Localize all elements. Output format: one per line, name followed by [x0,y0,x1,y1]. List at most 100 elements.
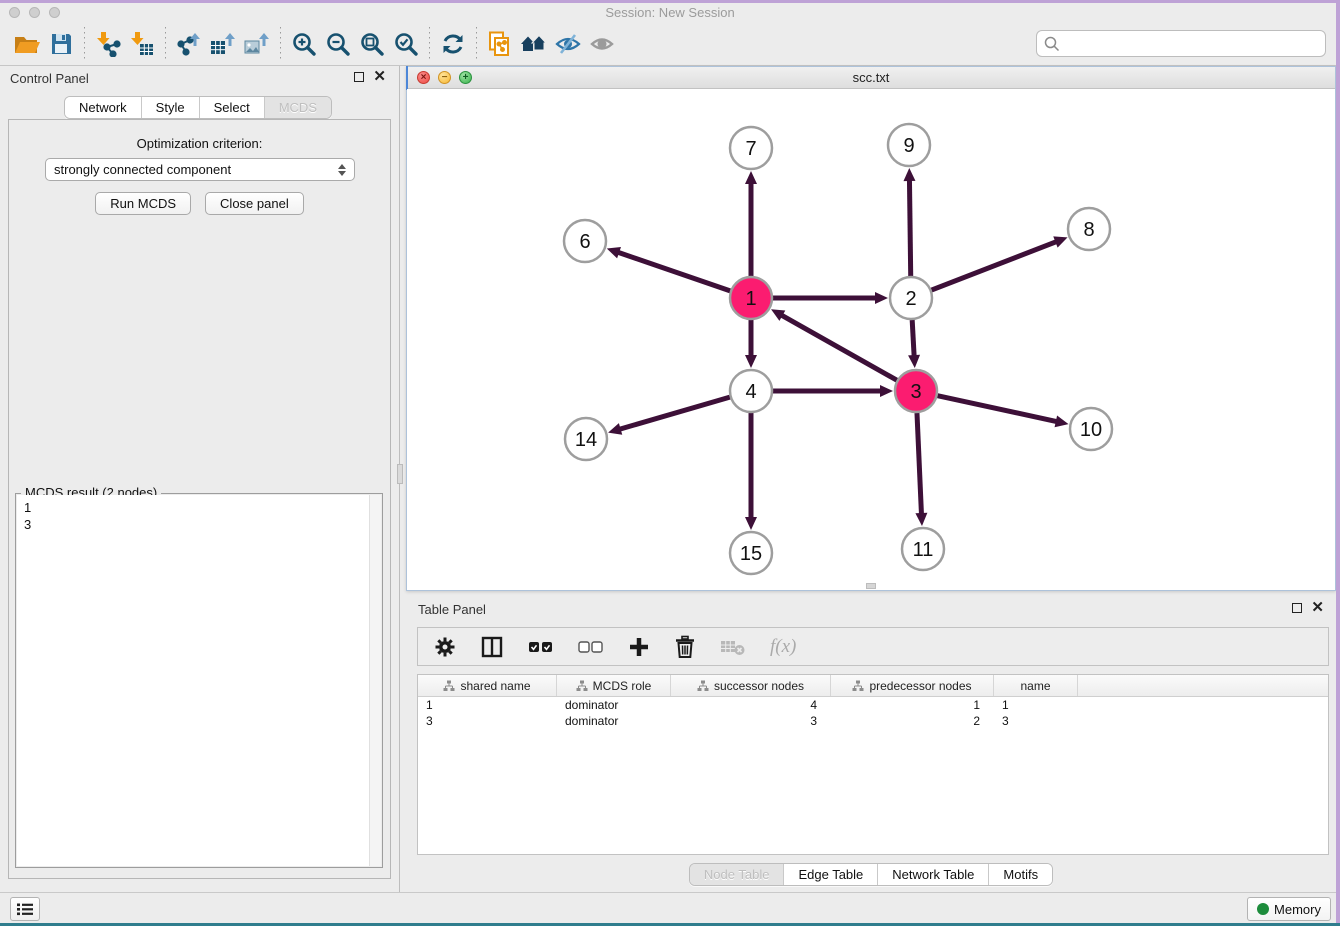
panel-splitter[interactable] [397,66,403,892]
memory-status-dot [1257,903,1269,915]
show-all-eye-icon[interactable] [585,27,619,61]
cell-predecessor-nodes[interactable]: 1 [831,698,994,712]
show-columns-icon[interactable] [480,633,504,661]
table-settings-gear-icon[interactable] [434,633,456,661]
import-table-icon[interactable] [125,27,159,61]
export-table-icon[interactable] [206,27,240,61]
tab-mcds[interactable]: MCDS [265,97,331,118]
add-column-icon[interactable] [628,633,650,661]
export-network-icon[interactable] [172,27,206,61]
splitter-handle[interactable] [397,464,403,484]
zoom-fit-icon[interactable] [355,27,389,61]
control-panel-tab-bar: Network Style Select MCDS [64,96,332,119]
network-canvas[interactable]: 1 2 3 4 6 7 8 9 10 11 14 15 [407,89,1335,590]
search-input[interactable] [1061,31,1325,56]
tab-node-table[interactable]: Node Table [690,864,785,885]
cell-name[interactable]: 3 [994,714,1078,728]
delete-column-trash-icon[interactable] [674,633,696,661]
graph-node-1[interactable]: 1 [730,277,772,319]
graph-node-2[interactable]: 2 [890,277,932,319]
show-panels-list-button[interactable] [10,897,40,921]
column-header-name[interactable]: name [994,675,1078,696]
search-field[interactable] [1036,30,1326,57]
refresh-layout-icon[interactable] [436,27,470,61]
control-panel-float-icon[interactable] [354,72,364,82]
tab-select[interactable]: Select [200,97,265,118]
graph-node-14[interactable]: 14 [565,418,607,460]
graph-edge-arrowhead [908,355,920,368]
table-panel-float-icon[interactable] [1292,603,1302,613]
network-resize-handle[interactable] [866,583,876,589]
zoom-in-icon[interactable] [287,27,321,61]
graph-edge-2-9[interactable] [909,179,910,276]
tab-motifs[interactable]: Motifs [989,864,1052,885]
deselect-all-rows-icon[interactable] [578,633,604,661]
tab-edge-table[interactable]: Edge Table [784,864,878,885]
cell-shared-name[interactable]: 1 [418,698,557,712]
graph-edge-3-11[interactable] [917,413,922,515]
table-panel-close-icon[interactable]: ✕ [1311,603,1324,613]
zoom-selected-icon[interactable] [389,27,423,61]
graph-edge-arrowhead [880,385,893,397]
graph-node-6[interactable]: 6 [564,220,606,262]
cell-successor-nodes[interactable]: 4 [671,698,831,712]
graph-edge-1-6[interactable] [617,252,730,291]
network-window-titlebar[interactable]: × − + scc.txt [407,67,1335,89]
cell-shared-name[interactable]: 3 [418,714,557,728]
graph-node-4[interactable]: 4 [730,370,772,412]
hide-selected-eye-icon[interactable] [551,27,585,61]
column-header-mcds-role[interactable]: MCDS role [557,675,671,696]
graph-node-11[interactable]: 11 [902,528,944,570]
svg-text:3: 3 [910,381,921,403]
svg-text:7: 7 [745,138,756,160]
cell-name[interactable]: 1 [994,698,1078,712]
graph-edge-2-8[interactable] [932,241,1058,290]
graph-edge-arrowhead [745,355,757,368]
graph-node-8[interactable]: 8 [1068,208,1110,250]
mcds-panel: Optimization criterion: strongly connect… [8,119,391,879]
export-image-icon[interactable] [240,27,274,61]
graph-node-15[interactable]: 15 [730,532,772,574]
import-network-icon[interactable] [91,27,125,61]
cell-successor-nodes[interactable]: 3 [671,714,831,728]
tab-network-table[interactable]: Network Table [878,864,989,885]
tab-style[interactable]: Style [142,97,200,118]
toolbar-separator [84,27,85,61]
new-network-from-selection-icon[interactable] [483,27,517,61]
svg-text:4: 4 [745,381,756,403]
zoom-out-icon[interactable] [321,27,355,61]
graph-node-9[interactable]: 9 [888,124,930,166]
network-window: × − + scc.txt 1 2 3 4 6 7 8 9 10 11 14 15 [406,66,1336,591]
cell-predecessor-nodes[interactable]: 2 [831,714,994,728]
tab-network[interactable]: Network [65,97,142,118]
graph-edge-4-14[interactable] [619,397,730,429]
save-session-icon[interactable] [44,27,78,61]
column-header-predecessor-nodes[interactable]: predecessor nodes [831,675,994,696]
run-mcds-button[interactable]: Run MCDS [95,192,191,215]
svg-text:2: 2 [905,288,916,310]
graph-edge-3-1[interactable] [781,315,897,381]
cell-mcds-role[interactable]: dominator [557,698,671,712]
table-row[interactable]: 1 dominator 4 1 1 [418,697,1328,713]
svg-text:11: 11 [913,539,934,561]
criterion-select[interactable]: strongly connected component [45,158,355,181]
graph-node-10[interactable]: 10 [1070,408,1112,450]
table-row[interactable]: 3 dominator 3 2 3 [418,713,1328,729]
column-header-successor-nodes[interactable]: successor nodes [671,675,831,696]
graph-node-3[interactable]: 3 [895,370,937,412]
memory-button[interactable]: Memory [1247,897,1331,921]
graph-edge-2-3[interactable] [912,320,914,357]
graph-edge-3-10[interactable] [937,396,1057,422]
control-panel-close-icon[interactable]: ✕ [373,72,386,82]
open-session-icon[interactable] [10,27,44,61]
table-tab-bar: Node Table Edge Table Network Table Moti… [689,863,1053,886]
window-titlebar: Session: New Session [0,3,1340,22]
first-neighbors-icon[interactable] [517,27,551,61]
graph-node-7[interactable]: 7 [730,127,772,169]
column-header-shared-name[interactable]: shared name [418,675,557,696]
cell-mcds-role[interactable]: dominator [557,714,671,728]
mcds-result-scrollbar[interactable] [369,495,381,866]
criterion-selected-value: strongly connected component [54,162,231,177]
close-panel-button[interactable]: Close panel [205,192,304,215]
select-all-rows-icon[interactable] [528,633,554,661]
